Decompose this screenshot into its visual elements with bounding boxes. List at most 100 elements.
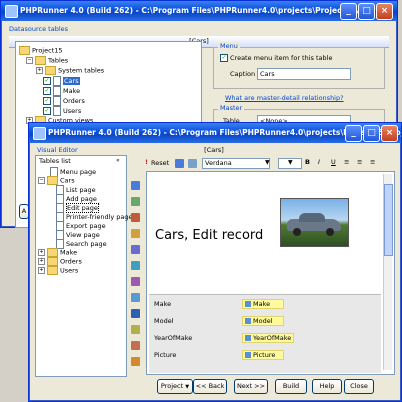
- minimize-icon[interactable]: _: [340, 3, 357, 20]
- align-right-button[interactable]: ≡: [370, 158, 375, 166]
- page-heading: Cars, Edit record: [155, 228, 264, 243]
- expand-icon[interactable]: +: [38, 267, 45, 274]
- pages-tree[interactable]: Tables list « Menu page − Cars List page …: [35, 155, 133, 377]
- close-icon[interactable]: ×: [381, 125, 398, 142]
- expand-icon[interactable]: +: [36, 67, 43, 74]
- field-label-model: Model: [154, 317, 174, 325]
- button-icon[interactable]: [131, 261, 140, 270]
- collapse-icon[interactable]: −: [38, 177, 45, 184]
- maximize-icon[interactable]: □: [358, 3, 375, 20]
- checkbox-checked-icon[interactable]: ✓: [43, 107, 51, 115]
- expand-icon[interactable]: +: [38, 249, 45, 256]
- master-detail-link[interactable]: What are master-detail relationship?: [225, 94, 344, 102]
- bold-button[interactable]: B: [305, 158, 310, 166]
- field-icon[interactable]: [131, 245, 140, 254]
- checkbox-checked-icon[interactable]: ✓: [220, 54, 228, 62]
- close-button[interactable]: Close: [344, 379, 374, 394]
- master-group-label: Master: [218, 104, 245, 112]
- table-header: [Cars]: [204, 146, 224, 154]
- tree-orders[interactable]: ✓ Orders: [43, 96, 85, 106]
- tree-users[interactable]: ✓ Users: [43, 106, 81, 116]
- tree-project[interactable]: Project15: [19, 46, 63, 55]
- maximize-icon[interactable]: □: [363, 125, 380, 142]
- chevron-down-icon: ▼: [185, 384, 190, 390]
- tree-orders[interactable]: + Orders: [38, 257, 82, 266]
- insert-icon[interactable]: [131, 293, 140, 302]
- project-button[interactable]: Project ▼: [157, 379, 193, 394]
- folder-icon: [47, 176, 58, 185]
- collapse-panel-icon[interactable]: «: [116, 157, 120, 164]
- tree-edit-page[interactable]: Edit page: [56, 203, 99, 213]
- tree-cars[interactable]: ✓ Cars: [43, 76, 80, 86]
- link-icon[interactable]: [131, 229, 140, 238]
- tree-cars[interactable]: − Cars: [38, 176, 75, 185]
- app-icon: [33, 127, 46, 140]
- checkbox-checked-icon[interactable]: ✓: [43, 77, 51, 85]
- collapse-icon[interactable]: −: [26, 57, 33, 64]
- next-button[interactable]: Next >>: [234, 379, 268, 394]
- reset-button[interactable]: Reset: [151, 159, 169, 167]
- align-left-button[interactable]: ≡: [344, 158, 349, 166]
- tree-system-tables[interactable]: + System tables: [36, 66, 104, 75]
- close-icon[interactable]: ×: [376, 3, 393, 20]
- tree-search-page[interactable]: Search page: [56, 239, 107, 249]
- help-button[interactable]: Help: [312, 379, 342, 394]
- script-icon[interactable]: [131, 341, 140, 350]
- image-icon[interactable]: [131, 197, 140, 206]
- create-menu-checkbox[interactable]: ✓ Create menu item for this table: [220, 54, 332, 62]
- field-label-make: Make: [154, 300, 172, 308]
- tree-menu-page[interactable]: Menu page: [50, 167, 96, 177]
- table-icon[interactable]: [131, 213, 140, 222]
- tree-make[interactable]: + Make: [38, 248, 77, 257]
- car-picture: [280, 198, 349, 247]
- field-value-yearofmake[interactable]: YearOfMake: [242, 333, 294, 343]
- expand-icon[interactable]: +: [38, 258, 45, 265]
- chevron-down-icon[interactable]: ▼: [288, 159, 293, 166]
- field-value-model[interactable]: Model: [242, 316, 284, 326]
- save-icon[interactable]: [131, 309, 140, 318]
- tree-tables[interactable]: − Tables: [26, 56, 68, 65]
- checkbox-checked-icon[interactable]: ✓: [43, 97, 51, 105]
- reset-icon[interactable]: !: [145, 158, 148, 166]
- checkbox-checked-icon[interactable]: ✓: [43, 87, 51, 95]
- caption-input[interactable]: Cars: [257, 68, 351, 80]
- back-window-titlebar[interactable]: PHPRunner 4.0 (Build 262) - C:\Program F…: [1, 1, 397, 21]
- font-select[interactable]: Verdana: [202, 158, 270, 169]
- scrollbar-thumb[interactable]: [384, 184, 393, 256]
- align-center-button[interactable]: ≡: [357, 158, 362, 166]
- build-button[interactable]: Build: [275, 379, 307, 394]
- tree-users[interactable]: + Users: [38, 266, 78, 275]
- section-label: Datasource tables: [9, 25, 69, 33]
- tree-export-page[interactable]: Export page: [56, 221, 106, 231]
- side-toolbar: [129, 163, 143, 375]
- tree-list-page[interactable]: List page: [56, 185, 96, 195]
- tree-printer-page[interactable]: Printer-friendly page: [56, 212, 133, 222]
- underline-button[interactable]: U: [331, 158, 336, 166]
- textbox-icon[interactable]: [131, 181, 140, 190]
- properties-icon[interactable]: [175, 159, 184, 168]
- back-window-title: PHPRunner 4.0 (Build 262) - C:\Program F…: [20, 6, 391, 15]
- table-icon: [53, 86, 61, 96]
- edit-icon[interactable]: [131, 357, 140, 366]
- hyperlink-icon[interactable]: [131, 277, 140, 286]
- tree-view-page[interactable]: View page: [56, 230, 100, 240]
- back-button[interactable]: << Back: [193, 379, 227, 394]
- field-value-make[interactable]: Make: [242, 299, 284, 309]
- field-label-yearofmake: YearOfMake: [154, 334, 193, 342]
- field-icon: [245, 352, 251, 358]
- tables-list-label: Tables list: [39, 157, 71, 165]
- front-window-titlebar[interactable]: PHPRunner 4.0 (Build 262) - C:\Program F…: [29, 123, 401, 143]
- scrollbar[interactable]: [383, 174, 393, 370]
- chevron-down-icon[interactable]: ▼: [265, 159, 270, 166]
- properties-icon[interactable]: [131, 325, 140, 334]
- italic-button[interactable]: I: [318, 158, 320, 166]
- tree-make[interactable]: ✓ Make: [43, 86, 80, 96]
- field-value-picture[interactable]: Picture: [242, 350, 284, 360]
- menu-group-label: Menu: [218, 42, 240, 50]
- design-canvas[interactable]: Cars, Edit record Make Make Model Model …: [146, 171, 395, 375]
- preview-icon[interactable]: [188, 159, 197, 168]
- minimize-icon[interactable]: _: [345, 125, 362, 142]
- table-icon: [53, 106, 61, 116]
- tree-add-page[interactable]: Add page: [56, 194, 97, 204]
- table-icon: [53, 96, 61, 106]
